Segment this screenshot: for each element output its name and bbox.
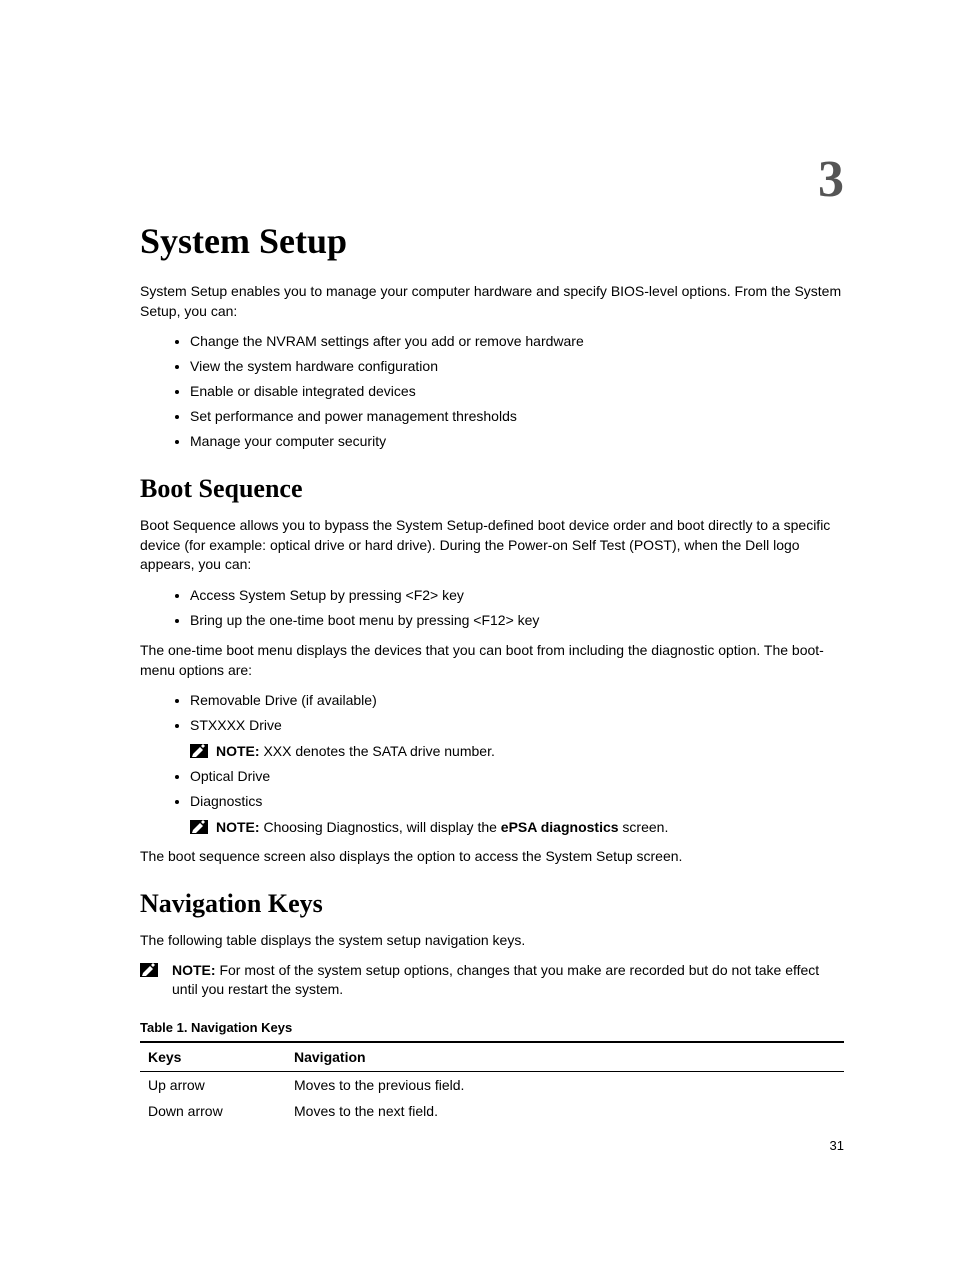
- note-icon: [190, 744, 208, 758]
- list-item: Enable or disable integrated devices: [190, 381, 844, 402]
- list-item-label: STXXXX Drive: [190, 717, 282, 733]
- list-item: Optical Drive: [190, 766, 844, 787]
- chapter-number: 3: [818, 150, 844, 209]
- section-heading-boot-sequence: Boot Sequence: [140, 474, 844, 504]
- note-block: NOTE: XXX denotes the SATA drive number.: [190, 742, 844, 762]
- table-header-row: Keys Navigation: [140, 1042, 844, 1072]
- list-item: View the system hardware configuration: [190, 356, 844, 377]
- list-item: STXXXX Drive NOTE: XXX denotes the SATA …: [190, 715, 844, 762]
- list-item: Diagnostics NOTE: Choosing Diagnostics, …: [190, 791, 844, 838]
- note-body: XXX denotes the SATA drive number.: [260, 743, 495, 759]
- intro-paragraph: System Setup enables you to manage your …: [140, 282, 844, 321]
- list-item-label: Diagnostics: [190, 793, 262, 809]
- document-page: 3 System Setup System Setup enables you …: [0, 0, 954, 1268]
- note-text: NOTE: Choosing Diagnostics, will display…: [216, 818, 668, 838]
- list-item: Access System Setup by pressing <F2> key: [190, 585, 844, 606]
- note-body: For most of the system setup options, ch…: [172, 962, 819, 998]
- note-block: NOTE: Choosing Diagnostics, will display…: [190, 818, 844, 838]
- table-cell-nav: Moves to the next field.: [286, 1098, 844, 1124]
- boot-paragraph-1: Boot Sequence allows you to bypass the S…: [140, 516, 844, 575]
- boot-paragraph-2: The one-time boot menu displays the devi…: [140, 641, 844, 680]
- section-heading-navigation-keys: Navigation Keys: [140, 889, 844, 919]
- page-title: System Setup: [140, 220, 844, 262]
- page-number: 31: [830, 1138, 844, 1153]
- note-body-pre: Choosing Diagnostics, will display the: [260, 819, 501, 835]
- table-caption: Table 1. Navigation Keys: [140, 1020, 844, 1035]
- nav-paragraph-1: The following table displays the system …: [140, 931, 844, 951]
- intro-bullet-list: Change the NVRAM settings after you add …: [140, 331, 844, 452]
- table-cell-keys: Up arrow: [140, 1071, 286, 1098]
- note-text: NOTE: For most of the system setup optio…: [166, 961, 844, 1000]
- boot-bullets-1: Access System Setup by pressing <F2> key…: [140, 585, 844, 631]
- note-body-post: screen.: [619, 819, 669, 835]
- note-text: NOTE: XXX denotes the SATA drive number.: [216, 742, 495, 762]
- note-label: NOTE:: [216, 819, 260, 835]
- note-body-bold: ePSA diagnostics: [501, 819, 619, 835]
- table-header-keys: Keys: [140, 1042, 286, 1072]
- list-item: Manage your computer security: [190, 431, 844, 452]
- list-item: Change the NVRAM settings after you add …: [190, 331, 844, 352]
- boot-bullets-2: Removable Drive (if available) STXXXX Dr…: [140, 690, 844, 837]
- navigation-keys-table: Keys Navigation Up arrow Moves to the pr…: [140, 1041, 844, 1124]
- table-cell-nav: Moves to the previous field.: [286, 1071, 844, 1098]
- note-icon: [140, 963, 158, 977]
- table-header-navigation: Navigation: [286, 1042, 844, 1072]
- list-item: Removable Drive (if available): [190, 690, 844, 711]
- boot-paragraph-3: The boot sequence screen also displays t…: [140, 847, 844, 867]
- list-item: Set performance and power management thr…: [190, 406, 844, 427]
- note-block: NOTE: For most of the system setup optio…: [140, 961, 844, 1000]
- table-row: Down arrow Moves to the next field.: [140, 1098, 844, 1124]
- note-label: NOTE:: [172, 962, 216, 978]
- table-row: Up arrow Moves to the previous field.: [140, 1071, 844, 1098]
- note-icon: [190, 820, 208, 834]
- list-item: Bring up the one-time boot menu by press…: [190, 610, 844, 631]
- table-cell-keys: Down arrow: [140, 1098, 286, 1124]
- note-label: NOTE:: [216, 743, 260, 759]
